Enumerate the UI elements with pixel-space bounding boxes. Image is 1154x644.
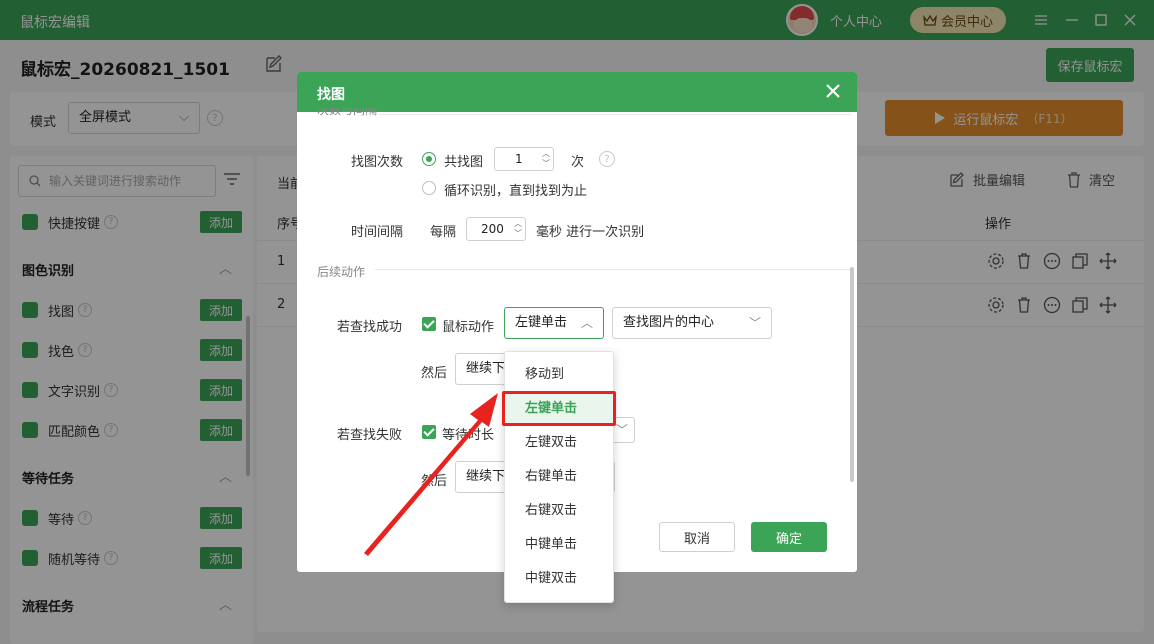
- dropdown-option-right-click[interactable]: 右键单击: [505, 460, 613, 494]
- target-select[interactable]: 查找图片的中心 ﹀: [612, 307, 772, 339]
- divider: [379, 114, 851, 115]
- close-icon[interactable]: [823, 81, 843, 101]
- section-count-interval: 次数与间隔: [317, 108, 378, 117]
- dropdown-option-middle-click[interactable]: 中键单击: [505, 528, 613, 562]
- dialog-header: 找图: [297, 72, 857, 112]
- count-stepper[interactable]: 1 ︿ ﹀: [494, 147, 554, 171]
- mouse-action-label: 鼠标动作: [442, 320, 495, 335]
- interval-label: 时间间隔: [351, 225, 404, 240]
- stepper-arrows-icon[interactable]: ︿ ﹀: [542, 149, 550, 169]
- divider: [375, 269, 851, 270]
- interval-suffix: 毫秒 进行一次识别: [536, 225, 645, 240]
- chevron-up-icon: ︿: [580, 316, 593, 330]
- find-count-label: 找图次数: [351, 155, 404, 170]
- chevron-down-icon: ﹀: [748, 316, 761, 330]
- total-find-label: 共找图: [444, 155, 484, 170]
- then-label: 然后: [421, 474, 448, 489]
- interval-stepper[interactable]: 200 ︿ ﹀: [466, 217, 526, 241]
- help-icon[interactable]: ?: [599, 151, 615, 167]
- success-label: 若查找成功: [337, 320, 403, 335]
- mouse-action-checkbox[interactable]: [422, 317, 436, 331]
- annotation-highlight-box: [502, 391, 616, 426]
- mouse-action-select[interactable]: 左键单击 ︿: [504, 307, 604, 339]
- count-unit: 次: [571, 155, 585, 170]
- then-label: 然后: [421, 366, 448, 381]
- loop-label: 循环识别，直到找到为止: [444, 184, 588, 199]
- ok-button[interactable]: 确定: [751, 522, 827, 552]
- stepper-arrows-icon[interactable]: ︿ ﹀: [514, 219, 522, 239]
- dropdown-option-move-to[interactable]: 移动到: [505, 358, 613, 392]
- section-follow-actions: 后续动作: [317, 265, 366, 279]
- dropdown-option-left-double-click[interactable]: 左键双击: [505, 426, 613, 460]
- dialog-title: 找图: [317, 87, 345, 103]
- mouse-action-dropdown: 移动到 左键单击 左键双击 右键单击 右键双击 中键单击 中键双击: [504, 351, 614, 603]
- cancel-button[interactable]: 取消: [659, 522, 735, 552]
- wait-checkbox[interactable]: [422, 425, 436, 439]
- dialog-scrollbar[interactable]: [850, 267, 854, 482]
- dropdown-option-right-double-click[interactable]: 右键双击: [505, 494, 613, 528]
- wait-label: 等待时长: [442, 428, 495, 443]
- chevron-down-icon: ﹀: [615, 423, 628, 437]
- radio-fixed-count[interactable]: [422, 152, 436, 166]
- every-label: 每隔: [430, 225, 457, 240]
- fail-label: 若查找失败: [337, 428, 403, 443]
- radio-loop-until-found[interactable]: [422, 181, 436, 195]
- dropdown-option-middle-double-click[interactable]: 中键双击: [505, 562, 613, 596]
